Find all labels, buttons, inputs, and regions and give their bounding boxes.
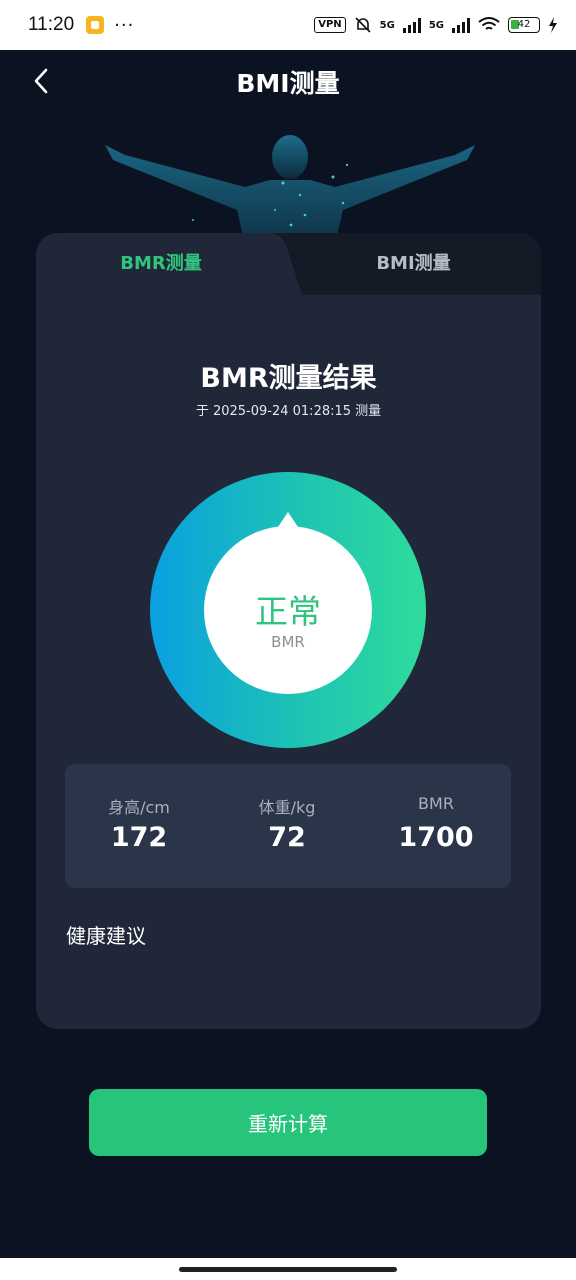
- bmr-status: 正常: [255, 592, 321, 631]
- battery-icon: 42: [508, 17, 540, 33]
- more-notifications-icon: ···: [114, 14, 135, 36]
- stat-weight-label: 体重/kg: [258, 798, 316, 817]
- charging-icon: [549, 17, 557, 33]
- health-advice-heading: 健康建议: [66, 924, 146, 948]
- vpn-icon: VPN: [314, 17, 346, 33]
- page-title: BMI测量: [236, 69, 340, 98]
- measurement-time: 于 2025-09-24 01:28:15 测量: [195, 404, 382, 419]
- status-icons: VPN 5G 5G 42: [314, 16, 558, 34]
- bmr-status-label: BMR: [271, 633, 305, 651]
- stats-panel: 身高/cm 172 体重/kg 72 BMR 1700: [65, 764, 511, 888]
- result-card: BMR测量 BMI测量 BMR测量结果 于 2025-09-24 01:28:1…: [36, 233, 541, 1029]
- app-notification-icon: [86, 16, 105, 34]
- stat-weight: 体重/kg 72: [213, 764, 361, 888]
- network-5g-label-2: 5G: [428, 19, 444, 31]
- home-indicator[interactable]: [179, 1267, 397, 1272]
- signal-icon: [402, 17, 421, 33]
- stat-height: 身高/cm 172: [65, 764, 213, 888]
- stat-height-value: 172: [110, 822, 168, 853]
- status-bar: 11:20 ··· VPN 5G 5G 42: [0, 0, 576, 50]
- stat-height-label: 身高/cm: [108, 798, 170, 817]
- tab-bmr[interactable]: BMR测量: [36, 233, 286, 295]
- network-5g-label: 5G: [379, 19, 395, 31]
- result-title: BMR测量结果: [200, 363, 377, 394]
- stat-bmr: BMR 1700: [362, 764, 510, 888]
- mute-bell-icon: [355, 17, 371, 33]
- tab-bmi[interactable]: BMI测量: [286, 233, 541, 295]
- tab-bar: BMR测量 BMI测量: [36, 233, 541, 295]
- recalculate-button[interactable]: 重新计算: [89, 1089, 487, 1156]
- app-bar: BMI测量: [0, 50, 576, 112]
- signal-icon-2: [452, 17, 470, 33]
- status-time: 11:20: [28, 14, 75, 35]
- wifi-icon: [478, 17, 500, 30]
- stat-weight-value: 72: [268, 822, 306, 853]
- battery-level: 42: [517, 19, 531, 30]
- stat-bmr-value: 1700: [398, 822, 474, 853]
- stat-bmr-label: BMR: [418, 794, 454, 813]
